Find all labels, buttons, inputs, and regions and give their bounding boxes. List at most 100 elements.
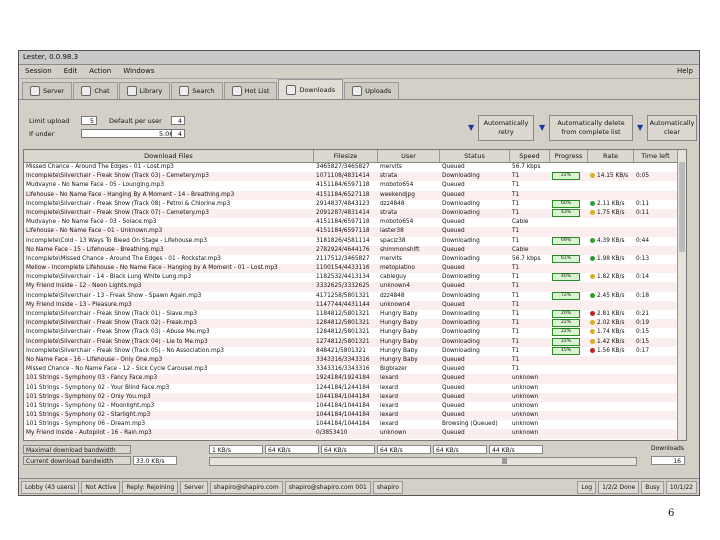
table-row[interactable]: My Friend Inside - Autopilot - 16 - Rain… [24,429,686,439]
cell-user: weekendjpg [380,191,415,198]
col-status[interactable]: Status [440,150,510,162]
cell-rate: 2.02 KB/s [588,319,634,328]
cell-speed: Cable [512,246,529,253]
table-row[interactable]: Incomplete\Silverchair - Freak Show (Tra… [24,328,686,337]
menu-windows[interactable]: Windows [123,65,154,78]
table-row[interactable]: 101 Strings - Symphony 02 - Starlight.mp… [24,411,686,421]
table-row[interactable]: Incomplete\Silverchair - 13 - Freak Show… [24,291,686,301]
auto-retry-button[interactable]: Automatically retry [478,115,534,141]
cell-speed: unknown [512,421,539,428]
cell-filesize: 3465827/3465827 [316,164,370,170]
table-row[interactable]: 101 Strings - Symphony 02 - Only You.mp3… [24,392,686,402]
menu-help[interactable]: Help [677,65,693,78]
cell-status: Downloading [442,320,480,327]
cell-user: moboto654 [380,182,414,189]
scrollbar-thumb[interactable] [679,162,685,252]
menu-edit[interactable]: Edit [64,65,78,78]
limit-upload-spinner[interactable]: 5 [81,116,97,125]
table-row[interactable]: Lifehouse - No Name Face - 01 - Unknown.… [24,227,686,237]
cell-status: Queued [442,219,465,226]
cell-time-left [634,356,678,365]
tab-uploads[interactable]: Uploads [344,82,400,99]
table-row[interactable]: Mellow - Incomplete Lifehouse - No Name … [24,264,686,274]
cell-time-left [634,191,678,200]
table-row[interactable]: Lifehouse - No Name Face - Hanging By A … [24,190,686,200]
table-row[interactable]: No Name Face - 16 - Lifehouse - Only One… [24,355,686,366]
table-row[interactable]: 101 Strings - Symphony 03 - Fancy Face.m… [24,374,686,384]
cell-file: 101 Strings - Symphony 02 - Moonlight.mp… [26,402,155,409]
col-filesize[interactable]: Filesize [314,150,378,162]
table-row[interactable]: Incomplete\Silverchair - Freak Show (Tra… [24,199,686,209]
chevron-down-icon[interactable]: ▼ [539,123,545,132]
table-row[interactable]: Missed Chance - Around The Edges - 01 - … [24,163,686,172]
table-row[interactable]: My Friend Inside - 12 - Neon Lights.mp3 3… [24,282,686,292]
cell-filesize: 4171258/5801321 [316,292,370,299]
table-row[interactable]: Incomplete\Silverchair - Freak Show (Tra… [24,208,686,219]
cell-file: Mudvayne - No Name Face - 03 - Solace.mp… [26,219,157,226]
table-row[interactable]: Missed Chance - No Name Face - 12 - Sick… [24,365,686,374]
cell-progress [550,365,588,374]
menu-action[interactable]: Action [89,65,111,78]
bandwidth-panel: Maximal download bandwidth Current downl… [23,445,695,467]
auto-clear-button[interactable]: Automatically clear [647,115,697,141]
cell-filesize: 2914837/4843123 [316,200,370,207]
table-row[interactable]: Incomplete\Silverchair - Freak Show (Tra… [24,319,686,329]
col-time-left[interactable]: Time left [634,150,678,162]
table-row[interactable]: Incomplete\Silverchair - Freak Show (Tra… [24,172,686,182]
cell-speed: unknown [512,412,539,419]
if-under-rate-input[interactable]: 5.0KB [81,129,181,138]
vertical-scrollbar[interactable] [677,150,686,440]
table-row[interactable]: Incomplete\Missed Chance - Around The Ed… [24,254,686,264]
cell-user: dzz4848 [380,200,405,207]
table-row[interactable]: 101 Strings - Symphony 02 - Moonlight.mp… [24,402,686,411]
auto-delete-button[interactable]: Automatically delete from complete list [549,115,633,141]
tab-downloads[interactable]: Downloads [278,79,344,99]
tab-server[interactable]: Server [22,82,73,99]
cell-progress: 22% [550,172,588,181]
chevron-down-icon[interactable]: ▼ [468,123,474,132]
table-row[interactable]: No Name Face - 15 - Lifehouse - Breathin… [24,245,686,255]
cell-progress: 22% [550,328,588,337]
col-speed[interactable]: Speed [510,150,550,162]
tab-hotlist[interactable]: Hot List [223,82,278,99]
cell-status: Queued [442,384,465,391]
tab-library[interactable]: Library [118,82,171,99]
cell-speed: T1 [512,265,520,272]
cell-file: Incomplete\Silverchair - Freak Show (Tra… [26,338,208,345]
bandwidth-slider[interactable] [209,457,637,466]
progress-bar: 22% [552,319,580,328]
chevron-down-icon[interactable]: ▼ [637,123,643,132]
col-user[interactable]: User [378,150,440,162]
cell-status: Queued [442,301,465,308]
tab-chat[interactable]: Chat [73,82,118,99]
table-row[interactable]: 101 Strings - Symphony 02 - Your Blind F… [24,384,686,393]
table-row[interactable]: Mudvayne - No Name Face - 03 - Solace.mp… [24,218,686,227]
if-under-count-spinner[interactable]: 4 [171,129,185,138]
table-row[interactable]: 101 Strings - Symphony 06 - Dream.mp3 104… [24,420,686,429]
cell-filesize: 1284812/5801321 [316,320,370,327]
cell-speed: T1 [512,301,520,308]
bandwidth-slider-handle[interactable] [502,457,507,464]
table-row[interactable]: My Friend Inside - 13 - Pleasure.mp3 1147… [24,300,686,310]
cell-status: Queued [442,430,465,437]
if-under-label: If under [29,130,55,138]
col-rate[interactable]: Rate [588,150,634,162]
cell-speed: unknown [512,375,539,382]
default-per-user-spinner[interactable]: 4 [171,116,185,125]
cell-status: Downloading [442,292,480,299]
cell-speed: T1 [512,274,520,281]
table-row[interactable]: Incomplete\Silverchair - Freak Show (Tra… [24,337,686,347]
menu-session[interactable]: Session [25,65,52,78]
cell-file: Incomplete\Missed Chance - Around The Ed… [26,255,221,262]
col-progress[interactable]: Progress [550,150,588,162]
table-row[interactable]: Mudvayne - No Name Face - 05 - Lounging.… [24,181,686,190]
table-row[interactable]: Incomplete\Silverchair - 14 - Black Lung… [24,273,686,282]
table-row[interactable]: Incomplete\Silverchair - Freak Show (Tra… [24,346,686,356]
table-row[interactable]: Incomplete\Silverchair - Freak Show (Tra… [24,310,686,319]
cell-time-left: 0:15 [636,338,650,345]
table-row[interactable]: Incomplete\Cold - 13 Ways To Bleed On St… [24,236,686,246]
tab-search[interactable]: Search [171,82,223,99]
col-download-files[interactable]: Download Files [24,150,314,162]
cell-status: Downloading [442,274,480,281]
cell-rate [588,218,634,227]
